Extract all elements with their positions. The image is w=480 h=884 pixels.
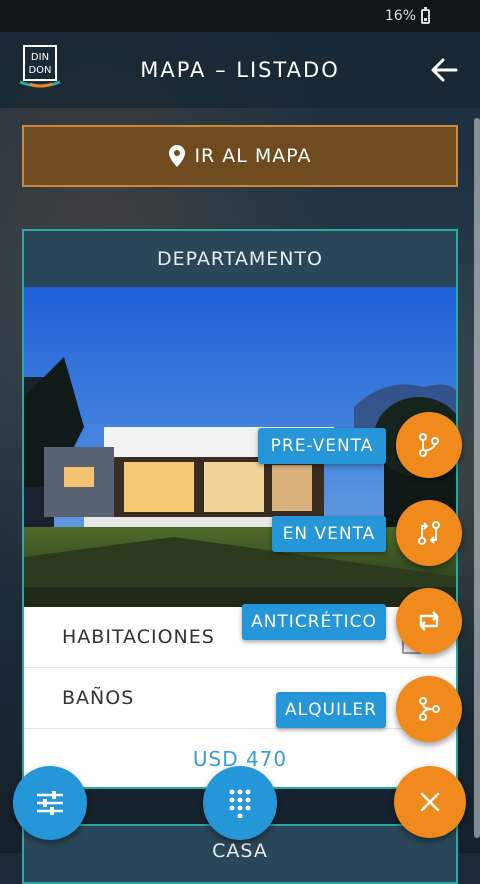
filter-pre-sale-button[interactable]: PRE-VENTA (258, 428, 386, 464)
sync-arrows-icon (419, 611, 439, 631)
rent-label: ALQUILER (285, 700, 377, 720)
app-header: DIN DON MAPA – LISTADO (0, 32, 480, 108)
filter-anticretico-button[interactable]: ANTICRÉTICO (242, 604, 386, 640)
pre-sale-fab[interactable] (396, 412, 462, 478)
swap-arrows-icon (418, 521, 440, 545)
anticretico-fab[interactable] (396, 588, 462, 654)
keypad-fab[interactable] (203, 766, 277, 840)
filter-rent-button[interactable]: ALQUILER (276, 692, 386, 728)
for-sale-fab[interactable] (396, 500, 462, 566)
page-title: MAPA – LISTADO (140, 58, 340, 82)
property-card[interactable]: DEPARTAMENTO HABITACIONES BAÑOS USD 470 (22, 229, 458, 789)
dialpad-icon (229, 789, 251, 818)
status-bar: 16% (0, 0, 480, 32)
filter-for-sale-button[interactable]: EN VENTA (272, 516, 386, 552)
dindon-logo: DIN DON (19, 45, 61, 88)
pre-sale-label: PRE-VENTA (270, 436, 374, 456)
close-fab[interactable] (394, 766, 466, 838)
go-to-map-label: IR AL MAPA (194, 145, 312, 167)
list-item: BAÑOS (24, 668, 456, 729)
bedrooms-label: HABITACIONES (62, 626, 215, 648)
property-type-label: DEPARTAMENTO (157, 248, 323, 270)
branch-icon (419, 433, 439, 457)
back-arrow-icon[interactable] (430, 56, 458, 84)
go-to-map-button[interactable]: IR AL MAPA (22, 125, 458, 187)
property-type-header: DEPARTAMENTO (24, 231, 456, 287)
sliders-icon (37, 791, 63, 815)
for-sale-label: EN VENTA (282, 524, 376, 544)
close-icon (420, 792, 440, 812)
scrollbar[interactable] (474, 118, 480, 838)
logo-text-line2: DON (28, 65, 51, 76)
list-item: HABITACIONES (24, 607, 456, 668)
location-pin-icon (169, 145, 186, 167)
battery-icon (421, 6, 430, 24)
rent-fab[interactable] (396, 676, 462, 742)
merge-icon (419, 697, 440, 721)
bathrooms-label: BAÑOS (62, 687, 135, 709)
anticretico-label: ANTICRÉTICO (251, 612, 377, 632)
next-property-type-label: CASA (212, 840, 268, 862)
logo-text-line1: DIN (31, 52, 49, 63)
filters-fab[interactable] (13, 766, 87, 840)
property-photo[interactable] (24, 287, 456, 607)
battery-level: 16% (384, 8, 416, 24)
